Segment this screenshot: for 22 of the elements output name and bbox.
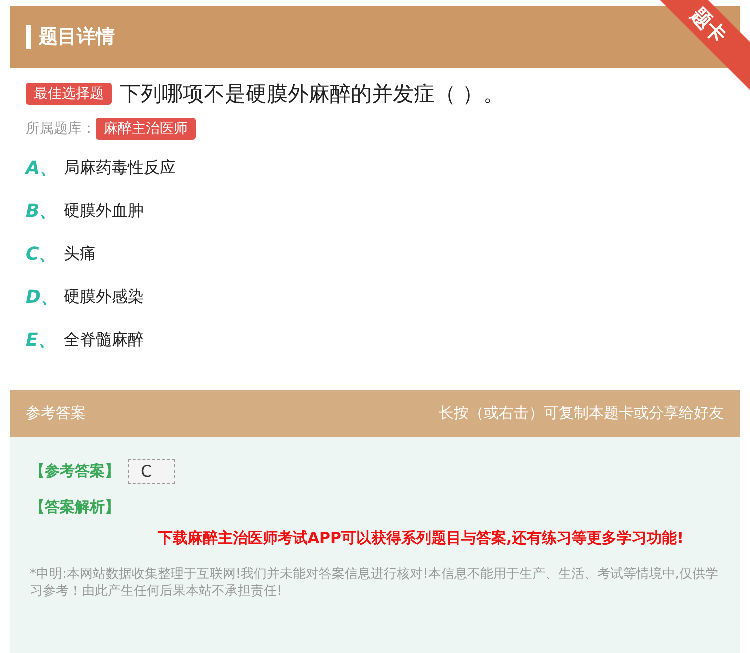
option-letter: C、 — [26, 243, 54, 266]
option-text: 全脊髓麻醉 — [64, 330, 144, 350]
answer-section-title: 参考答案 — [26, 404, 86, 423]
answer-value: C — [128, 459, 176, 484]
share-hint: 长按（或右击）可复制本题卡或分享给好友 — [439, 404, 724, 423]
question-type-badge: 最佳选择题 — [26, 83, 112, 105]
question-text: 下列哪项不是硬膜外麻醉的并发症（ ）。 — [120, 81, 505, 108]
analysis-label: 【答案解析】 — [30, 498, 120, 517]
option-letter: E、 — [26, 329, 54, 352]
option-text: 硬膜外血肿 — [64, 200, 144, 222]
option-letter: B、 — [26, 200, 54, 223]
option-letter: D、 — [26, 286, 54, 309]
option-text: 局麻药毒性反应 — [64, 158, 176, 178]
answer-label: 【参考答案】 — [30, 462, 120, 481]
option-text: 硬膜外感染 — [64, 286, 144, 308]
bank-tag[interactable]: 麻醉主治医师 — [96, 118, 196, 140]
disclaimer-text: *申明:本网站数据收集整理于互联网!我们并未能对答案信息进行核对!本信息不能用于生产、生活、考试等情境中,仅供学习参考！由此产生任何后果本站不承担责任! — [30, 566, 720, 600]
option-letter: A、 — [26, 157, 54, 180]
option-text: 头痛 — [64, 244, 96, 264]
bank-label: 所属题库： — [26, 120, 96, 138]
header-title: 题目详情 — [39, 25, 115, 50]
app-promo-text: 下载麻醉主治医师考试APP可以获得系列题目与答案,还有练习等更多学习功能! — [156, 529, 685, 548]
